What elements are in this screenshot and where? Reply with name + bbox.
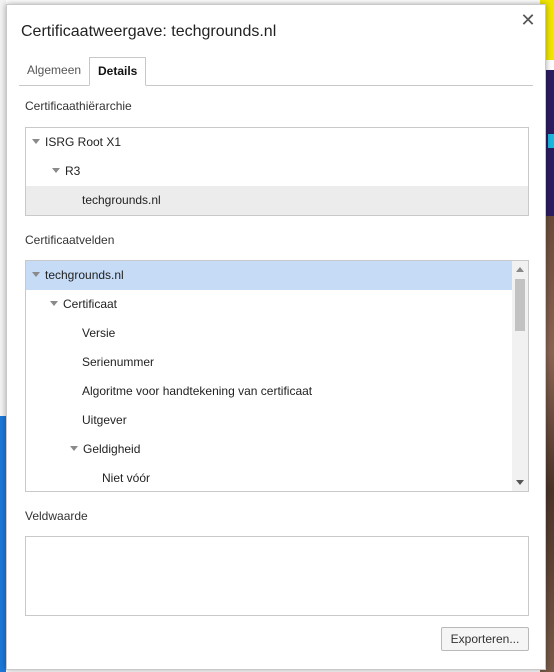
tab-general[interactable]: Algemeen [19,57,89,84]
field-item-label: Geldigheid [83,442,141,456]
tab-details[interactable]: Details [89,57,147,86]
hierarchy-item-r3[interactable]: R3 [26,157,528,186]
hierarchy-item-label: ISRG Root X1 [45,135,122,149]
field-item-algoritme[interactable]: Algoritme voor handtekening van certific… [26,377,512,406]
field-item-versie[interactable]: Versie [26,319,512,348]
hierarchy-label: Certificaathiërarchie [25,99,132,113]
background-strip [548,134,554,148]
expand-triangle-icon[interactable] [32,272,40,278]
field-item-label: Certificaat [63,297,118,311]
fields-label: Certificaatvelden [25,233,115,247]
field-item-label: Algoritme voor handtekening van certific… [82,384,313,398]
expand-triangle-icon[interactable] [52,168,60,174]
field-item-serienummer[interactable]: Serienummer [26,348,512,377]
scroll-down-arrow-icon[interactable] [516,480,524,485]
hierarchy-item-label: techgrounds.nl [82,193,161,207]
field-item-label: Niet vóór [102,471,151,485]
hierarchy-item-techgrounds[interactable]: techgrounds.nl [26,186,528,215]
certificate-viewer-dialog: Certificaatweergave: techgrounds.nl ✕ Al… [6,4,546,670]
dialog-title: Certificaatweergave: techgrounds.nl [21,23,277,40]
close-icon[interactable]: ✕ [519,11,537,29]
field-value-label: Veldwaarde [25,509,88,523]
fields-tree: techgrounds.nl Certificaat Versie Serien… [25,260,529,492]
scrollbar-thumb[interactable] [515,279,525,331]
field-item-label: techgrounds.nl [45,268,124,282]
expand-triangle-icon[interactable] [32,139,40,145]
field-item-geldigheid[interactable]: Geldigheid [26,435,512,464]
expand-triangle-icon[interactable] [70,446,78,452]
field-item-techgrounds[interactable]: techgrounds.nl [26,261,512,290]
field-item-certificaat[interactable]: Certificaat [26,290,512,319]
tab-bar: Algemeen Details [19,57,533,86]
hierarchy-item-label: R3 [65,164,81,178]
field-item-uitgever[interactable]: Uitgever [26,406,512,435]
fields-scrollbar[interactable] [512,261,528,491]
expand-triangle-icon[interactable] [50,301,58,307]
field-item-label: Versie [82,326,116,340]
hierarchy-tree: ISRG Root X1 R3 techgrounds.nl [25,127,529,216]
field-item-label: Uitgever [82,413,127,427]
field-item-niet-voor[interactable]: Niet vóór [26,464,512,491]
field-value-box[interactable] [25,536,529,616]
export-button[interactable]: Exporteren... [441,627,529,651]
hierarchy-item-isrg-root-x1[interactable]: ISRG Root X1 [26,128,528,157]
field-value-text [26,537,528,549]
field-item-label: Serienummer [82,355,155,369]
scroll-up-arrow-icon[interactable] [516,267,524,272]
